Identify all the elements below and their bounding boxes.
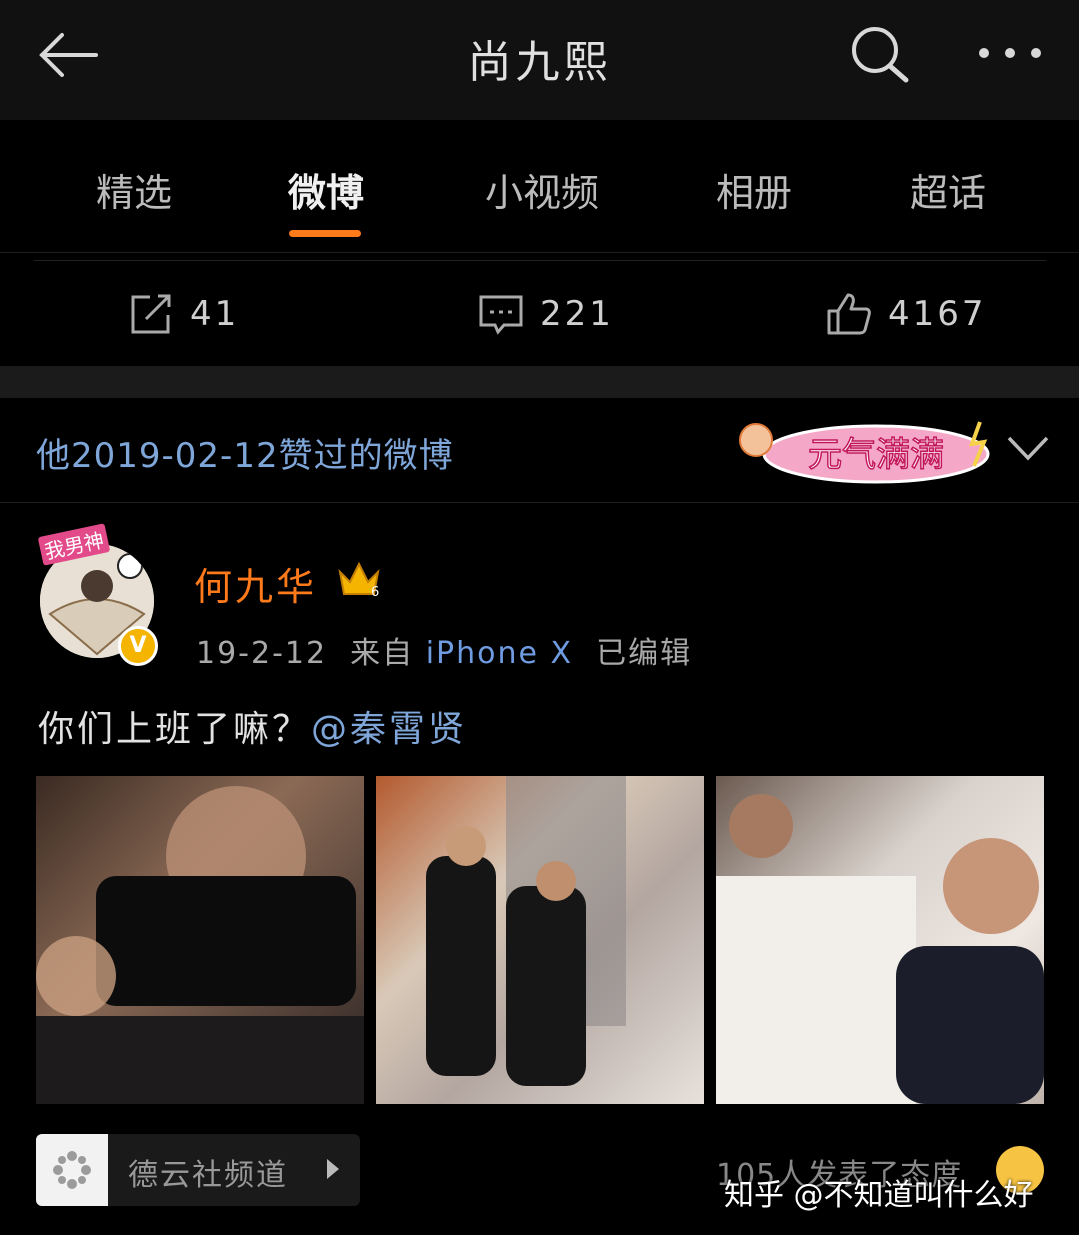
post-photo-2[interactable] (376, 776, 704, 1104)
edited-label: 已编辑 (596, 636, 693, 671)
comment-icon (479, 295, 523, 335)
comment-count: 221 (540, 294, 614, 334)
tab-album[interactable]: 相册 (674, 162, 834, 217)
watermark: 知乎 @不知道叫什么好 (724, 1178, 1034, 1213)
repost-icon (131, 294, 171, 334)
active-tab-indicator (289, 230, 361, 237)
play-arrow-icon (327, 1159, 339, 1179)
post-photo-1[interactable] (36, 776, 364, 1104)
liked-header: 他2019-02-12赞过的微博 元气满满 (0, 398, 1079, 503)
like-count: 4167 (888, 294, 987, 334)
divider (34, 260, 1046, 261)
repost-button[interactable]: 41 (128, 290, 239, 338)
channel-label: 德云社频道 (128, 1158, 288, 1193)
device-name[interactable]: iPhone X (426, 636, 573, 671)
photo-bed-selfie-image (716, 794, 1044, 1104)
page-title: 尚九熙 (467, 37, 612, 88)
thumbs-up-icon (827, 293, 871, 335)
more-icon[interactable] (974, 38, 1046, 68)
profile-tabs: 精选 微博 小视频 相册 超话 (0, 120, 1079, 252)
crown-vip-icon: 6 (338, 561, 380, 600)
mention-link[interactable]: @秦霄贤 (311, 709, 467, 750)
post-stats: 41 221 4167 (0, 262, 1079, 366)
chevron-down-icon[interactable] (1006, 434, 1050, 462)
channel-link[interactable]: 德云社频道 (36, 1134, 360, 1206)
verified-badge-icon: V (118, 626, 158, 666)
channel-icon (36, 1134, 108, 1206)
tab-super-topic[interactable]: 超话 (868, 162, 1028, 217)
divider (0, 252, 1079, 253)
repost-count: 41 (190, 294, 240, 334)
crown-level: 6 (371, 585, 379, 600)
post-meta: 19-2-12 来自 iPhone X 已编辑 (196, 628, 692, 672)
post-date: 19-2-12 (196, 636, 328, 671)
photo-elevator-mirror-image (426, 776, 626, 1086)
liked-date-text: 他2019-02-12赞过的微博 (36, 436, 454, 476)
genki-sticker-icon: 元气满满 (739, 421, 990, 484)
top-bar: 尚九熙 (0, 0, 1079, 120)
sticker-label: 元气满满 (808, 435, 944, 475)
section-gap (0, 366, 1079, 398)
post-text: 你们上班了嘛？@秦霄贤 (38, 700, 467, 752)
photo-mirror-selfie-image (36, 786, 364, 1104)
like-button[interactable]: 4167 (826, 290, 987, 338)
post-photo-3[interactable] (716, 776, 1044, 1104)
search-icon[interactable] (848, 24, 912, 84)
post-body: 你们上班了嘛？ (38, 709, 312, 750)
comment-button[interactable]: 221 (478, 290, 614, 338)
post-username[interactable]: 何九华 (194, 556, 317, 611)
tab-featured[interactable]: 精选 (54, 162, 214, 217)
tab-short-video[interactable]: 小视频 (462, 162, 622, 217)
source-label: 来自 (350, 636, 415, 671)
tab-weibo[interactable]: 微博 (246, 162, 406, 217)
